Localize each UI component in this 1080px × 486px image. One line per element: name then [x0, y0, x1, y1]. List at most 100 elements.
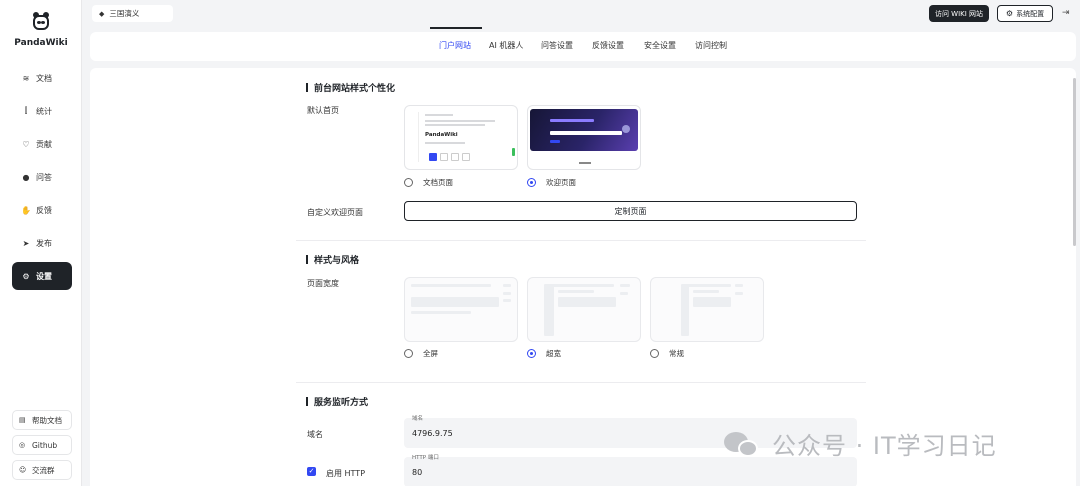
radio-label: 全屏 — [423, 349, 438, 358]
contribute-icon: ♡ — [22, 139, 30, 149]
watermark-text: 公众号 · IT学习日记 — [772, 432, 997, 460]
sidebar-item-label: 文档 — [36, 73, 52, 83]
group-icon: ☺ — [19, 466, 27, 474]
radio-button[interactable] — [404, 178, 413, 187]
tab-qa-settings[interactable]: 问答设置 — [541, 40, 573, 51]
http-enabled-checkbox[interactable]: ✓ — [307, 467, 316, 476]
active-tab-indicator — [430, 27, 482, 29]
page-width-label: 页面宽度 — [307, 279, 339, 288]
sidebar-item-label: 反馈 — [36, 205, 52, 215]
thumb-scroll-indicator — [512, 148, 515, 156]
thumb-sidebar — [407, 112, 419, 162]
radio-label: 文档页面 — [423, 178, 453, 187]
section-divider — [296, 240, 866, 241]
layout-wide-thumbnail[interactable] — [527, 277, 641, 342]
custom-welcome-label: 自定义欢迎页面 — [307, 208, 363, 217]
doc-page-thumbnail[interactable]: PandaWiki — [404, 105, 518, 170]
domain-label: 域名 — [307, 430, 323, 439]
help-docs-button[interactable]: ▤ 帮助文档 — [12, 410, 72, 430]
document-icon: ▤ — [19, 416, 26, 424]
gear-icon: ⚙ — [22, 271, 30, 281]
tab-security-settings[interactable]: 安全设置 — [644, 40, 676, 51]
sidebar-item-stats[interactable]: ⫿ 统计 — [12, 97, 72, 125]
tab-access-control[interactable]: 访问控制 — [695, 40, 727, 51]
panda-logo-icon — [30, 12, 52, 32]
home-option-welcome[interactable]: 欢迎页面 — [527, 177, 576, 188]
section-title-style: 样式与风格 — [306, 253, 359, 266]
section-title-service: 服务监听方式 — [306, 395, 368, 408]
section-marker — [306, 255, 308, 264]
thumb-hero-banner — [530, 109, 638, 151]
sidebar-item-qa[interactable]: ● 问答 — [12, 163, 72, 191]
tab-ai-bot[interactable]: AI 机器人 — [489, 40, 523, 51]
section-title-portal: 前台网站样式个性化 — [306, 81, 395, 94]
logout-icon[interactable]: ⇥ — [1062, 8, 1070, 18]
sidebar-nav: ≋ 文档 ⫿ 统计 ♡ 贡献 ● 问答 ✋ 反馈 ➤ 发布 ⚙ 设置 — [12, 64, 72, 295]
settings-tabs: 门户网站 AI 机器人 问答设置 反馈设置 安全设置 访问控制 — [90, 32, 1076, 61]
radio-label: 常规 — [669, 349, 684, 358]
section-marker — [306, 397, 308, 406]
system-settings-button[interactable]: ⚙ 系统配置 — [997, 5, 1053, 22]
http-port-field-label: HTTP 端口 — [412, 455, 439, 461]
github-button[interactable]: ◎ Github — [12, 435, 72, 455]
knowledge-base-selector[interactable]: ◆ 三国演义 — [92, 5, 173, 22]
width-option-fullscreen[interactable]: 全屏 — [404, 348, 438, 359]
radio-button[interactable] — [527, 178, 536, 187]
help-docs-label: 帮助文档 — [32, 415, 62, 425]
hand-icon: ✋ — [21, 205, 31, 215]
gear-icon: ⚙ — [1005, 9, 1014, 18]
http-enabled-label: 启用 HTTP — [326, 469, 366, 478]
default-home-label: 默认首页 — [307, 106, 339, 115]
sidebar-item-docs[interactable]: ≋ 文档 — [12, 64, 72, 92]
radio-button[interactable] — [527, 349, 536, 358]
sidebar-footer: ▤ 帮助文档 ◎ Github ☺ 交流群 — [12, 405, 72, 480]
radio-button[interactable] — [404, 349, 413, 358]
section-title-text: 服务监听方式 — [314, 398, 369, 408]
section-title-text: 前台网站样式个性化 — [314, 84, 396, 94]
customize-page-button[interactable]: 定制页面 — [404, 201, 857, 221]
tab-feedback-settings[interactable]: 反馈设置 — [592, 40, 624, 51]
domain-field-label: 域名 — [412, 416, 424, 422]
welcome-page-thumbnail[interactable] — [527, 105, 641, 170]
home-option-doc[interactable]: 文档页面 — [404, 177, 453, 188]
sidebar-item-label: 设置 — [36, 271, 52, 281]
tab-portal[interactable]: 门户网站 — [439, 40, 471, 51]
sidebar-item-label: 问答 — [36, 172, 52, 182]
sidebar-item-label: 统计 — [36, 106, 52, 116]
chat-bubble-icon: ● — [22, 172, 30, 182]
wechat-icon — [724, 430, 764, 458]
domain-value: 4796.9.75 — [412, 429, 453, 438]
knowledge-base-name: 三国演义 — [109, 9, 140, 18]
thumb-brand: PandaWiki — [425, 132, 458, 138]
width-option-wide[interactable]: 超宽 — [527, 348, 561, 359]
visit-wiki-button[interactable]: 访问 WIKI 网站 — [929, 5, 989, 22]
bar-chart-icon: ⫿ — [24, 106, 28, 115]
sidebar-item-publish[interactable]: ➤ 发布 — [12, 229, 72, 257]
github-label: Github — [32, 440, 58, 450]
sidebar-item-feedback[interactable]: ✋ 反馈 — [12, 196, 72, 224]
layout-fullscreen-thumbnail[interactable] — [404, 277, 518, 342]
community-button[interactable]: ☺ 交流群 — [12, 460, 72, 480]
layers-icon: ≋ — [22, 73, 30, 83]
width-option-normal[interactable]: 常规 — [650, 348, 684, 359]
layout-normal-thumbnail[interactable] — [650, 277, 764, 342]
github-icon: ◎ — [19, 441, 26, 449]
http-port-input[interactable]: HTTP 端口 80 — [404, 455, 857, 486]
sidebar: PandaWiki ≋ 文档 ⫿ 统计 ♡ 贡献 ● 问答 ✋ 反馈 ➤ 发布 … — [0, 0, 82, 486]
sidebar-item-label: 贡献 — [36, 139, 52, 149]
globe-icon — [622, 125, 630, 133]
system-settings-label: 系统配置 — [1016, 9, 1045, 18]
sidebar-item-settings[interactable]: ⚙ 设置 — [12, 262, 72, 290]
section-divider — [296, 382, 866, 383]
radio-button[interactable] — [650, 349, 659, 358]
sidebar-item-label: 发布 — [36, 238, 52, 248]
logo[interactable]: PandaWiki — [0, 12, 82, 48]
sidebar-item-contribute[interactable]: ♡ 贡献 — [12, 130, 72, 158]
thumb-search-bar — [550, 131, 622, 135]
brand-name: PandaWiki — [14, 38, 68, 48]
section-marker — [306, 83, 308, 92]
scrollbar[interactable] — [1073, 78, 1076, 246]
radio-label: 欢迎页面 — [546, 178, 576, 187]
cube-icon: ◆ — [99, 9, 105, 18]
community-label: 交流群 — [32, 465, 55, 475]
